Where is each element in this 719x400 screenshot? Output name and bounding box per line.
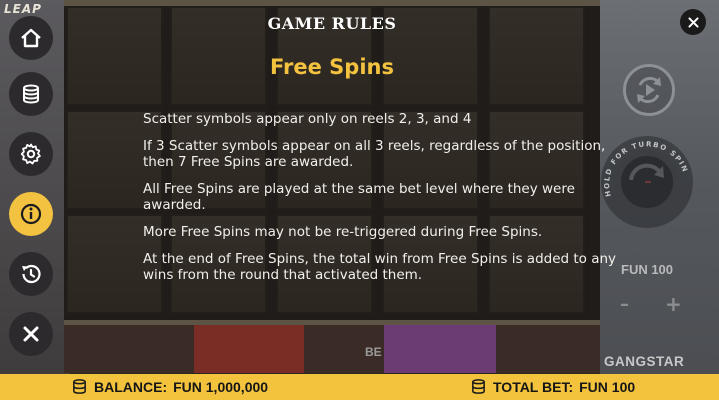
autoplay-icon [637,76,661,104]
bet-settings-button[interactable] [9,72,53,116]
increase-bet-button[interactable]: + [665,292,682,316]
close-menu-button[interactable] [9,312,53,356]
home-button[interactable] [9,16,53,60]
coins-icon [472,379,485,394]
history-icon [22,264,41,284]
total-bet-value: FUN 100 [579,378,636,395]
game-rules-modal: GAME RULES Free Spins Scatter symbols ap… [64,6,616,320]
close-icon [687,16,699,28]
total-bet-label: TOTAL BET: [493,378,574,395]
provider-logo: LEAP [4,2,42,16]
rule-text: At the end of Free Spins, the total win … [143,251,617,283]
settings-button[interactable] [9,132,53,176]
rules-list: Scatter symbols appear only on reels 2, … [143,111,618,294]
rule-text: If 3 Scatter symbols appear on all 3 ree… [143,138,606,170]
coins-icon [23,84,39,104]
balance-value: FUN 1,000,000 [173,378,269,395]
coins-icon [73,379,86,394]
home-icon [21,28,41,48]
balance-label: BALANCE: [94,378,168,395]
close-icon [23,326,39,342]
autoplay-button[interactable] [623,64,675,116]
bottom-reel-row [64,325,600,373]
reel-text-fragment: BE [365,345,382,359]
info-icon [20,203,42,225]
close-rules-button[interactable] [680,9,706,35]
bet-display: FUN 100 [621,262,674,277]
decrease-bet-button[interactable]: – [620,294,629,315]
section-title: Free Spins [270,55,394,79]
game-logo: GANGSTAR [604,354,685,369]
rule-text: More Free Spins may not be re-triggered … [143,224,543,240]
rule-text: Scatter symbols appear only on reels 2, … [143,111,472,127]
bottom-status-bar: BALANCE: FUN 1,000,000 TOTAL BET: FUN 10… [0,374,719,400]
total-bet-display: TOTAL BET: FUN 100 [470,378,635,395]
gear-icon [20,143,41,165]
rule-text: All Free Spins are played at the same be… [143,181,575,213]
info-button[interactable] [9,192,53,236]
symbol-tile [194,325,304,373]
symbol-tile [384,325,496,373]
history-button[interactable] [9,252,53,296]
modal-title: GAME RULES [267,14,397,33]
balance-display: BALANCE: FUN 1,000,000 [71,378,268,395]
